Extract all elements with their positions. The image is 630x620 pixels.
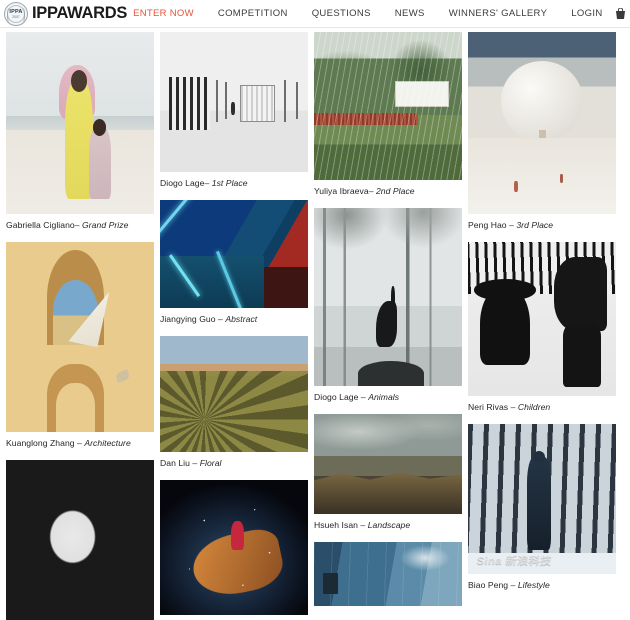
photo-children[interactable]: [468, 242, 616, 396]
photographer-name: Peng Hao: [468, 220, 507, 230]
top-navigation-bar: IPPA 2007 IPPAWARDS ENTER NOW COMPETITIO…: [0, 0, 630, 28]
cart-button[interactable]: 0: [615, 7, 630, 20]
nav-link-news[interactable]: NEWS: [395, 8, 425, 19]
photo-3rd-place[interactable]: [468, 32, 616, 214]
photo-fish-swirl[interactable]: [6, 460, 154, 620]
caption-animals: Diogo Lage – Animals: [314, 386, 462, 414]
caption-grand-prize: Gabriella Cigliano– Grand Prize: [6, 214, 154, 242]
award-category: 1st Place: [211, 178, 248, 188]
photographer-name: Diogo Lage: [160, 178, 205, 188]
caption-landscape: Hsueh Isan – Landscape: [314, 514, 462, 542]
photographer-name: Biao Peng: [468, 580, 509, 590]
laurel-wreath-right-icon: [21, 7, 25, 22]
caption-separator: –: [204, 178, 212, 188]
caption-abstract: Jiangying Guo – Abstract: [160, 308, 308, 336]
caption-floral: Dan Liu – Floral: [160, 452, 308, 480]
gallery-tile-2nd-place[interactable]: Yuliya Ibraeva– 2nd Place: [314, 32, 462, 208]
nav-links: COMPETITION QUESTIONS NEWS WINNERS' GALL…: [206, 8, 615, 19]
photographer-name: Jiangying Guo: [160, 314, 216, 324]
photo-1st-place[interactable]: [160, 32, 308, 172]
award-category: Animals: [368, 392, 400, 402]
photographer-name: Hsueh Isan: [314, 520, 358, 530]
caption-separator: –: [506, 220, 517, 230]
caption-separator: –: [358, 392, 369, 402]
photographer-name: Kuanglong Zhang: [6, 438, 75, 448]
photographer-name: Neri Rivas: [468, 402, 509, 412]
award-category: Landscape: [367, 520, 411, 530]
caption-architecture: Kuanglong Zhang – Architecture: [6, 432, 154, 460]
shopping-cart-icon: [615, 7, 625, 19]
gallery-tile-grand-prize[interactable]: Gabriella Cigliano– Grand Prize: [6, 32, 154, 242]
caption-children: Neri Rivas – Children: [468, 396, 616, 424]
photo-lifestyle[interactable]: Sina 新浪科技: [468, 424, 616, 574]
award-category: 3rd Place: [516, 220, 554, 230]
photo-floral[interactable]: [160, 336, 308, 452]
award-category: Floral: [199, 458, 222, 468]
gallery-tile-dragon-boat[interactable]: [160, 480, 308, 615]
award-category: Lifestyle: [517, 580, 550, 590]
photo-blue-building[interactable]: [314, 542, 462, 606]
photo-animals[interactable]: [314, 208, 462, 386]
nav-link-login[interactable]: LOGIN: [571, 8, 602, 19]
gallery-tile-3rd-place[interactable]: Peng Hao – 3rd Place: [468, 32, 616, 242]
ippa-seal-logo[interactable]: IPPA 2007: [4, 1, 28, 26]
caption-separator: –: [508, 580, 518, 590]
gallery-tile-fish[interactable]: [6, 460, 154, 620]
nav-link-winners-gallery[interactable]: WINNERS' GALLERY: [449, 8, 548, 19]
sina-watermark: Sina 新浪科技: [475, 555, 553, 567]
nav-link-competition[interactable]: COMPETITION: [218, 8, 288, 19]
award-category: Children: [517, 402, 551, 412]
award-category: Abstract: [225, 314, 258, 324]
photographer-name: Gabriella Cigliano: [6, 220, 75, 230]
photographer-name: Diogo Lage: [314, 392, 359, 402]
photo-2nd-place[interactable]: [314, 32, 462, 180]
gallery-column-3: Yuliya Ibraeva– 2nd Place Diogo Lage – A…: [314, 32, 462, 620]
gallery-tile-children[interactable]: Neri Rivas – Children: [468, 242, 616, 424]
photo-landscape[interactable]: [314, 414, 462, 514]
caption-separator: –: [74, 438, 85, 448]
caption-3rd-place: Peng Hao – 3rd Place: [468, 214, 616, 242]
gallery-tile-abstract[interactable]: Jiangying Guo – Abstract: [160, 200, 308, 336]
caption-2nd-place: Yuliya Ibraeva– 2nd Place: [314, 180, 462, 208]
gallery-column-4: Peng Hao – 3rd Place Neri Rivas – Childr…: [468, 32, 616, 620]
gallery-column-2: Diogo Lage– 1st Place Jiangying Guo – Ab…: [160, 32, 308, 620]
gallery-tile-1st-place[interactable]: Diogo Lage– 1st Place: [160, 32, 308, 200]
photo-abstract[interactable]: [160, 200, 308, 308]
caption-separator: –: [508, 402, 518, 412]
award-category: Architecture: [84, 438, 131, 448]
nav-link-questions[interactable]: QUESTIONS: [312, 8, 371, 19]
caption-1st-place: Diogo Lage– 1st Place: [160, 172, 308, 200]
photo-grand-prize[interactable]: [6, 32, 154, 214]
gallery-tile-animals[interactable]: Diogo Lage – Animals: [314, 208, 462, 414]
caption-separator: –: [189, 458, 200, 468]
caption-lifestyle: Biao Peng – Lifestyle: [468, 574, 616, 602]
gallery-column-1: Gabriella Cigliano– Grand Prize Kuanglon…: [6, 32, 154, 620]
enter-now-link[interactable]: ENTER NOW: [133, 8, 194, 19]
logo-badge-year: 2007: [12, 14, 20, 19]
laurel-wreath-left-icon: [7, 7, 11, 22]
caption-separator: –: [74, 220, 83, 230]
photo-dragon-boat[interactable]: [160, 480, 308, 615]
award-category: 2nd Place: [375, 186, 415, 196]
photo-architecture[interactable]: [6, 242, 154, 432]
caption-separator: –: [368, 186, 376, 196]
photographer-name: Dan Liu: [160, 458, 190, 468]
caption-separator: –: [215, 314, 226, 324]
gallery-tile-lifestyle[interactable]: Sina 新浪科技 Biao Peng – Lifestyle: [468, 424, 616, 602]
brand-title[interactable]: IPPAWARDS: [32, 4, 127, 23]
nav-right-actions: 0: [615, 7, 630, 20]
photographer-name: Yuliya Ibraeva: [314, 186, 369, 196]
gallery-tile-architecture[interactable]: Kuanglong Zhang – Architecture: [6, 242, 154, 460]
winners-gallery-grid: Gabriella Cigliano– Grand Prize Kuanglon…: [0, 28, 630, 620]
award-category: Grand Prize: [82, 220, 129, 230]
gallery-tile-landscape[interactable]: Hsueh Isan – Landscape: [314, 414, 462, 542]
gallery-tile-floral[interactable]: Dan Liu – Floral: [160, 336, 308, 480]
caption-separator: –: [357, 520, 368, 530]
gallery-tile-blue-building[interactable]: [314, 542, 462, 606]
